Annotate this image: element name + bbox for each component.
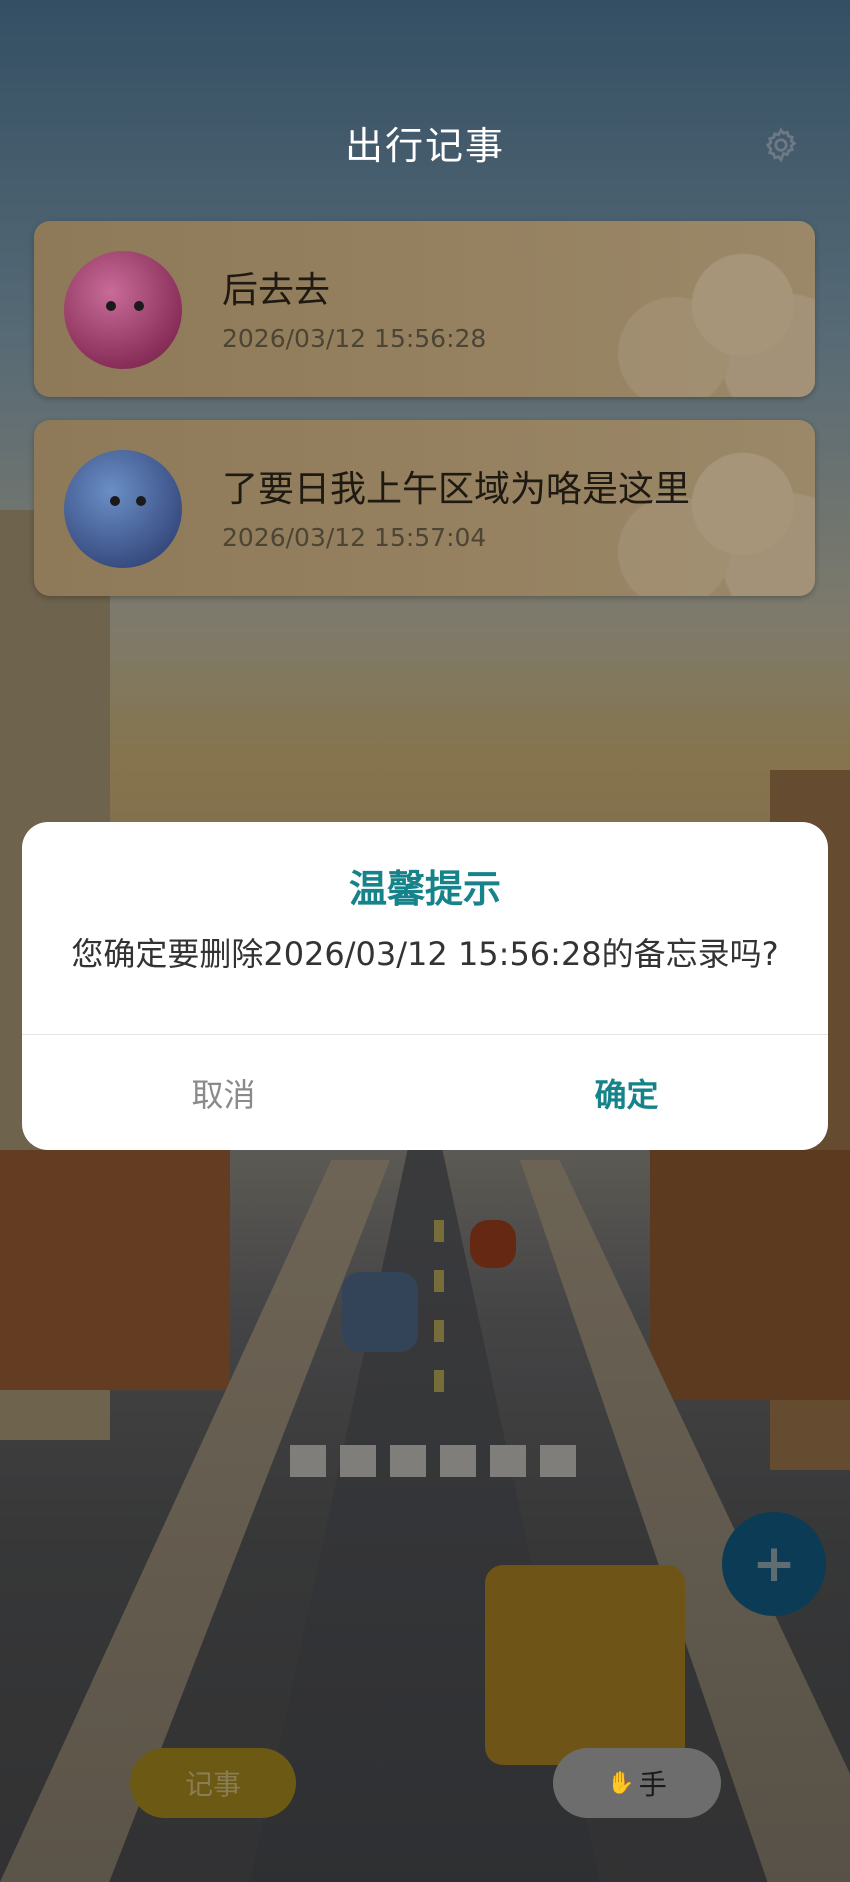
dialog-title: 温馨提示 — [348, 867, 501, 911]
memo-tab-label: 记事 — [184, 1768, 241, 1801]
memo-time: 2026/03/12 15:56:28 — [222, 324, 487, 353]
memo-time: 2026/03/12 15:57:04 — [222, 523, 487, 552]
memo-title: 后去去 — [222, 270, 331, 311]
confirm-delete-dialog: 温馨提示 您确定要删除2026/03/12 15:56:28的备忘录吗? 取消 … — [22, 822, 828, 1150]
avatar-eye — [136, 496, 146, 506]
avatar-eye — [106, 301, 116, 311]
avatar-eye — [134, 301, 144, 311]
add-memo-button[interactable]: + — [722, 1512, 826, 1616]
cancel-button[interactable]: 取消 — [22, 1035, 425, 1150]
gear-icon — [765, 127, 797, 163]
memo-tab-button[interactable]: 记事 — [130, 1748, 296, 1818]
avatar — [64, 251, 182, 369]
page-title: 出行记事 — [344, 124, 505, 168]
avatar — [64, 450, 182, 568]
assistant-tab-button[interactable]: ✋ 手 — [553, 1748, 721, 1818]
avatar-eye — [110, 496, 120, 506]
memo-card[interactable]: 后去去 2026/03/12 15:56:28 — [34, 221, 815, 397]
hand-icon: ✋ — [607, 1770, 635, 1796]
dialog-message: 您确定要删除2026/03/12 15:56:28的备忘录吗? — [71, 935, 779, 973]
memo-card[interactable]: 了要日我上午区域为咯是这里 2026/03/12 15:57:04 — [34, 420, 815, 596]
card-decoration — [605, 241, 815, 397]
assistant-tab-label: 手 — [638, 1768, 667, 1801]
memo-title: 了要日我上午区域为咯是这里 — [222, 469, 691, 510]
confirm-button[interactable]: 确定 — [425, 1035, 828, 1150]
settings-button[interactable] — [758, 122, 804, 168]
plus-icon: + — [752, 1534, 796, 1594]
